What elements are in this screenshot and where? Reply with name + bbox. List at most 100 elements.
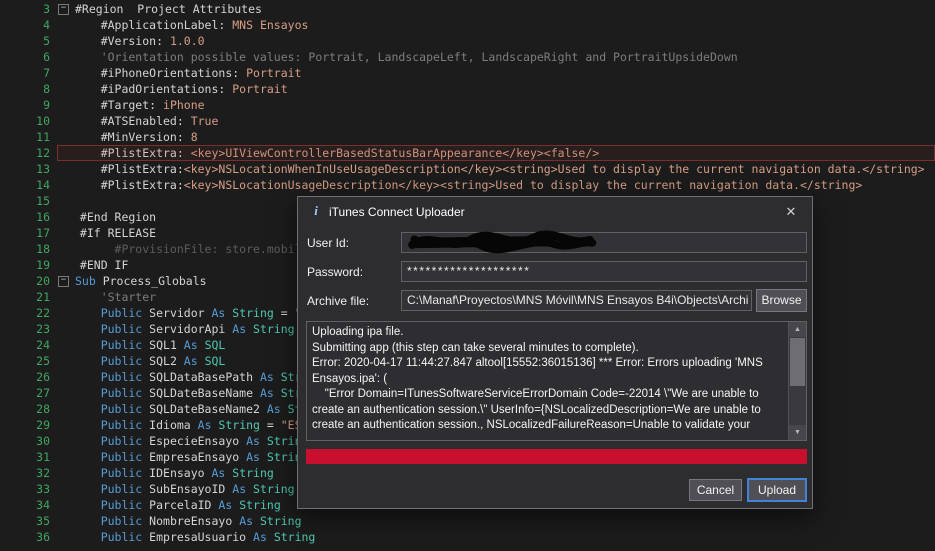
- line-number: 27: [0, 385, 58, 401]
- line-number: 8: [0, 81, 58, 97]
- scroll-down-icon[interactable]: ▼: [789, 425, 806, 440]
- line-number: 3: [0, 1, 58, 17]
- line-number: 17: [0, 225, 58, 241]
- fold-margin: [58, 481, 73, 497]
- code-line-current[interactable]: 12 #PlistExtra: <key>UIViewControllerBas…: [0, 145, 935, 161]
- line-number: 21: [0, 289, 58, 305]
- upload-progress-bar: [306, 449, 807, 464]
- fold-margin: [58, 465, 73, 481]
- upload-log-text: Uploading ipa file. Submitting app (this…: [307, 322, 789, 440]
- fold-margin: [58, 65, 73, 81]
- upload-progress-fill: [306, 449, 807, 464]
- code-line[interactable]: 5 #Version: 1.0.0: [0, 33, 935, 49]
- scroll-up-icon[interactable]: ▲: [789, 322, 806, 337]
- line-number: 18: [0, 241, 58, 257]
- line-number: 24: [0, 337, 58, 353]
- code-text: #Target: iPhone: [73, 97, 935, 113]
- upload-log-box[interactable]: Uploading ipa file. Submitting app (this…: [306, 321, 807, 441]
- browse-button[interactable]: Browse: [756, 289, 807, 312]
- line-number: 30: [0, 433, 58, 449]
- line-number: 15: [0, 193, 58, 209]
- user-id-input[interactable]: [401, 232, 807, 253]
- fold-margin: [58, 433, 73, 449]
- line-number: 16: [0, 209, 58, 225]
- line-number: 23: [0, 321, 58, 337]
- fold-margin: [58, 385, 73, 401]
- fold-margin: [58, 417, 73, 433]
- fold-margin: [58, 241, 73, 257]
- code-text: #ATSEnabled: True: [73, 113, 935, 129]
- itunes-connect-uploader-dialog: i iTunes Connect Uploader ✕ User Id: Pas…: [297, 196, 813, 509]
- fold-collapse-icon[interactable]: −: [58, 4, 69, 15]
- code-text: #iPadOrientations: Portrait: [73, 81, 935, 97]
- code-text: #iPhoneOrientations: Portrait: [73, 65, 935, 81]
- line-number: 29: [0, 417, 58, 433]
- code-line[interactable]: 14 #PlistExtra:<key>NSLocationUsageDescr…: [0, 177, 935, 193]
- fold-margin: [58, 225, 73, 241]
- archive-file-input[interactable]: C:\Manaf\Proyectos\MNS Móvil\MNS Ensayos…: [401, 290, 752, 311]
- line-number: 14: [0, 177, 58, 193]
- fold-margin: [58, 497, 73, 513]
- line-number: 26: [0, 369, 58, 385]
- code-line[interactable]: 35 Public NombreEnsayo As String: [0, 513, 935, 529]
- fold-margin: [58, 289, 73, 305]
- line-number: 6: [0, 49, 58, 65]
- fold-margin: [58, 49, 73, 65]
- close-icon[interactable]: ✕: [780, 202, 802, 221]
- code-line[interactable]: 8 #iPadOrientations: Portrait: [0, 81, 935, 97]
- line-number: 4: [0, 17, 58, 33]
- line-number: 34: [0, 497, 58, 513]
- code-line[interactable]: 11 #MinVersion: 8: [0, 129, 935, 145]
- code-line[interactable]: 10 #ATSEnabled: True: [0, 113, 935, 129]
- fold-margin: [58, 177, 73, 193]
- fold-margin: [58, 257, 73, 273]
- upload-button[interactable]: Upload: [747, 478, 807, 502]
- line-number: 11: [0, 129, 58, 145]
- code-line[interactable]: 13 #PlistExtra:<key>NSLocationWhenInUseU…: [0, 161, 935, 177]
- fold-margin: [58, 337, 73, 353]
- password-input[interactable]: ********************: [401, 261, 807, 282]
- line-number: 20: [0, 273, 58, 289]
- line-number: 28: [0, 401, 58, 417]
- code-text: #ApplicationLabel: MNS Ensayos: [73, 17, 935, 33]
- line-number: 12: [0, 145, 58, 161]
- line-number: 10: [0, 113, 58, 129]
- archive-file-label: Archive file:: [307, 291, 369, 311]
- code-line[interactable]: 7 #iPhoneOrientations: Portrait: [0, 65, 935, 81]
- fold-collapse-icon[interactable]: −: [58, 276, 69, 287]
- line-number: 35: [0, 513, 58, 529]
- b4i-ide-window: 3−#Region Project Attributes4 #Applicati…: [0, 0, 935, 551]
- fold-margin: [58, 401, 73, 417]
- log-scrollbar[interactable]: ▲ ▼: [788, 322, 806, 440]
- fold-margin: [58, 145, 73, 161]
- fold-margin: [58, 209, 73, 225]
- code-text: 'Orientation possible values: Portrait, …: [73, 49, 935, 65]
- code-text: #PlistExtra: <key>UIViewControllerBasedS…: [73, 145, 935, 161]
- line-number: 25: [0, 353, 58, 369]
- code-line[interactable]: 9 #Target: iPhone: [0, 97, 935, 113]
- fold-margin: [58, 33, 73, 49]
- fold-margin: [58, 513, 73, 529]
- code-line[interactable]: 6 'Orientation possible values: Portrait…: [0, 49, 935, 65]
- fold-margin: [58, 353, 73, 369]
- code-text: #Region Project Attributes: [75, 1, 935, 17]
- line-number: 19: [0, 257, 58, 273]
- code-text: #PlistExtra:<key>NSLocationWhenInUseUsag…: [73, 161, 935, 177]
- fold-margin: [58, 529, 73, 545]
- code-line[interactable]: 3−#Region Project Attributes: [0, 1, 935, 17]
- code-text: #MinVersion: 8: [73, 129, 935, 145]
- fold-margin: [58, 17, 73, 33]
- code-text: #Version: 1.0.0: [73, 33, 935, 49]
- fold-margin: [58, 321, 73, 337]
- code-line[interactable]: 36 Public EmpresaUsuario As String: [0, 529, 935, 545]
- code-text: Public NombreEnsayo As String: [73, 513, 935, 529]
- dialog-titlebar[interactable]: i iTunes Connect Uploader ✕: [298, 197, 812, 227]
- fold-margin: [58, 113, 73, 129]
- line-number: 36: [0, 529, 58, 545]
- cancel-button[interactable]: Cancel: [689, 479, 742, 501]
- info-icon: i: [309, 203, 323, 219]
- line-number: 7: [0, 65, 58, 81]
- fold-margin: [58, 193, 73, 209]
- scroll-thumb[interactable]: [790, 338, 805, 386]
- code-line[interactable]: 4 #ApplicationLabel: MNS Ensayos: [0, 17, 935, 33]
